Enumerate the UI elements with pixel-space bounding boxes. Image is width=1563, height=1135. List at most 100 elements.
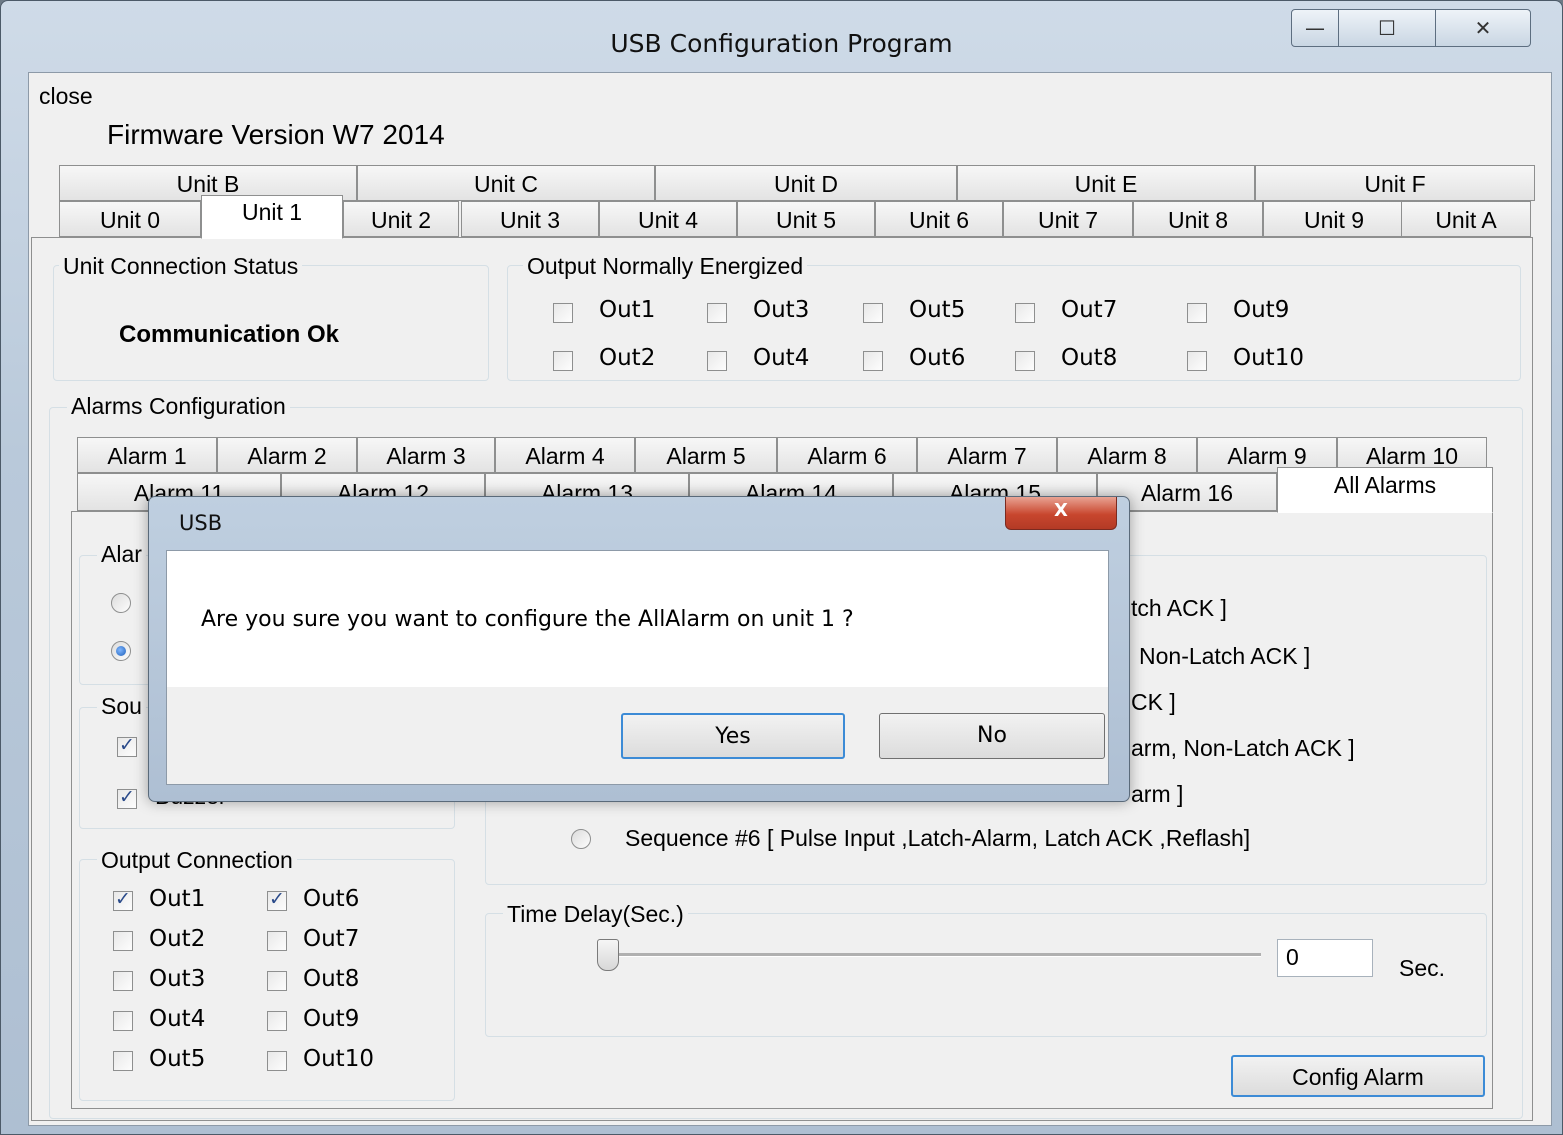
normally-energized-out3-checkbox[interactable] [707, 303, 727, 323]
config-alarm-button[interactable]: Config Alarm [1231, 1055, 1485, 1097]
sequence-2-label: Non-Latch ACK ] [1139, 643, 1311, 669]
normally-energized-legend: Output Normally Energized [523, 253, 808, 280]
sequence-6-label: Sequence #6 [ Pulse Input ,Latch-Alarm, … [625, 825, 1251, 851]
connection-status-legend: Unit Connection Status [59, 253, 303, 280]
output-connection-out10-label: Out10 [303, 1046, 374, 1072]
unit-tab-unit-3[interactable]: Unit 3 [461, 201, 599, 237]
alarm-tab-4[interactable]: Alarm 4 [495, 437, 635, 473]
sequence-4-label: arm, Non-Latch ACK ] [1131, 735, 1355, 761]
unit-tab-unit-9[interactable]: Unit 9 [1263, 201, 1405, 237]
confirm-dialog: USB X Are you sure you want to configure… [148, 496, 1130, 802]
normally-energized-out1-label: Out1 [599, 297, 656, 323]
maximize-button[interactable]: ☐ [1338, 9, 1436, 47]
unit-tab-unit-c[interactable]: Unit C [357, 165, 655, 201]
normally-energized-out5-label: Out5 [909, 297, 966, 323]
output-connection-out2-checkbox[interactable] [113, 931, 133, 951]
dialog-message: Are you sure you want to configure the A… [201, 607, 854, 632]
time-delay-slider-track[interactable] [607, 953, 1261, 957]
output-connection-out9-checkbox[interactable] [267, 1011, 287, 1031]
output-connection-out9-label: Out9 [303, 1006, 360, 1032]
firmware-version: Firmware Version W7 2014 [107, 119, 445, 150]
output-connection-out5-checkbox[interactable] [113, 1051, 133, 1071]
normally-energized-out7-label: Out7 [1061, 297, 1118, 323]
no-button[interactable]: No [879, 713, 1105, 759]
unit-tab-unit-e[interactable]: Unit E [957, 165, 1255, 201]
output-connection-out1-checkbox[interactable] [113, 888, 133, 911]
output-connection-out8-checkbox[interactable] [267, 971, 287, 991]
output-connection-out8-label: Out8 [303, 966, 360, 992]
alarm-tab-all-alarms[interactable]: All Alarms [1277, 467, 1493, 513]
minimize-button[interactable]: — [1291, 9, 1339, 47]
normally-energized-out6-checkbox[interactable] [863, 351, 883, 371]
alarm-type-radio-1[interactable] [111, 593, 131, 613]
close-window-button[interactable]: ✕ [1435, 9, 1531, 47]
unit-tab-unit-4[interactable]: Unit 4 [599, 201, 737, 237]
alarm-tab-1[interactable]: Alarm 1 [77, 437, 217, 473]
output-connection-out5-label: Out5 [149, 1046, 206, 1072]
normally-energized-out10-label: Out10 [1233, 345, 1304, 371]
output-connection-out4-checkbox[interactable] [113, 1011, 133, 1031]
normally-energized-out9-checkbox[interactable] [1187, 303, 1207, 323]
connection-status-text: Communication Ok [119, 321, 340, 348]
alarm-tab-8[interactable]: Alarm 8 [1057, 437, 1197, 473]
alarm-tab-3[interactable]: Alarm 3 [357, 437, 495, 473]
dialog-body: Are you sure you want to configure the A… [166, 550, 1109, 785]
unit-tab-unit-7[interactable]: Unit 7 [1003, 201, 1133, 237]
output-connection-out7-checkbox[interactable] [267, 931, 287, 951]
output-connection-legend: Output Connection [97, 847, 297, 874]
alarm-type-radio-2[interactable] [111, 641, 131, 661]
unit-tab-unit-f[interactable]: Unit F [1255, 165, 1535, 201]
normally-energized-out10-checkbox[interactable] [1187, 351, 1207, 371]
output-connection-out3-checkbox[interactable] [113, 971, 133, 991]
dialog-title: USB [179, 511, 223, 535]
close-menu-item[interactable]: close [39, 83, 93, 110]
alarm-tab-2[interactable]: Alarm 2 [217, 437, 357, 473]
title-bar[interactable]: USB Configuration Program — ☐ ✕ [1, 1, 1562, 73]
alarm-tab-7[interactable]: Alarm 7 [917, 437, 1057, 473]
output-connection-out7-label: Out7 [303, 926, 360, 952]
normally-energized-out9-label: Out9 [1233, 297, 1290, 323]
time-delay-input[interactable]: 0 [1277, 939, 1373, 977]
output-connection-out4-label: Out4 [149, 1006, 206, 1032]
sound-legend: Sou [97, 693, 146, 720]
alarm-tab-5[interactable]: Alarm 5 [635, 437, 777, 473]
unit-tab-unit-d[interactable]: Unit D [655, 165, 957, 201]
alarm-tab-6[interactable]: Alarm 6 [777, 437, 917, 473]
normally-energized-group [507, 265, 1521, 381]
sound-checkbox-1[interactable] [117, 734, 137, 757]
normally-energized-out7-checkbox[interactable] [1015, 303, 1035, 323]
normally-energized-out5-checkbox[interactable] [863, 303, 883, 323]
unit-tab-unit-8[interactable]: Unit 8 [1133, 201, 1263, 237]
sequence-1-label: tch ACK ] [1131, 595, 1227, 621]
output-connection-out1-label: Out1 [149, 886, 206, 912]
time-delay-unit: Sec. [1399, 955, 1446, 981]
alarm-type-legend: Alar [97, 541, 146, 568]
output-connection-out10-checkbox[interactable] [267, 1051, 287, 1071]
normally-energized-out8-checkbox[interactable] [1015, 351, 1035, 371]
dialog-close-button[interactable]: X [1005, 497, 1117, 530]
unit-tab-unit-6[interactable]: Unit 6 [875, 201, 1003, 237]
sequence-3-label: CK ] [1131, 689, 1176, 715]
time-delay-slider-thumb[interactable] [597, 939, 619, 971]
normally-energized-out8-label: Out8 [1061, 345, 1118, 371]
dialog-footer: Yes No [167, 687, 1108, 784]
normally-energized-out4-checkbox[interactable] [707, 351, 727, 371]
output-connection-out6-checkbox[interactable] [267, 888, 287, 911]
alarms-config-legend: Alarms Configuration [67, 393, 290, 420]
normally-energized-out4-label: Out4 [753, 345, 810, 371]
unit-tab-unit-a[interactable]: Unit A [1401, 201, 1531, 237]
output-connection-out6-label: Out6 [303, 886, 360, 912]
unit-tab-unit-5[interactable]: Unit 5 [737, 201, 875, 237]
normally-energized-out1-checkbox[interactable] [553, 303, 573, 323]
unit-tab-unit-2[interactable]: Unit 2 [343, 201, 459, 237]
normally-energized-out3-label: Out3 [753, 297, 810, 323]
normally-energized-out6-label: Out6 [909, 345, 966, 371]
unit-tab-unit-0[interactable]: Unit 0 [59, 201, 201, 237]
time-delay-legend: Time Delay(Sec.) [503, 901, 688, 928]
unit-tab-unit-1[interactable]: Unit 1 [201, 195, 343, 239]
sequence-6-radio[interactable] [571, 829, 591, 849]
buzzer-checkbox[interactable] [117, 786, 137, 809]
output-connection-out2-label: Out2 [149, 926, 206, 952]
normally-energized-out2-checkbox[interactable] [553, 351, 573, 371]
yes-button[interactable]: Yes [621, 713, 845, 759]
